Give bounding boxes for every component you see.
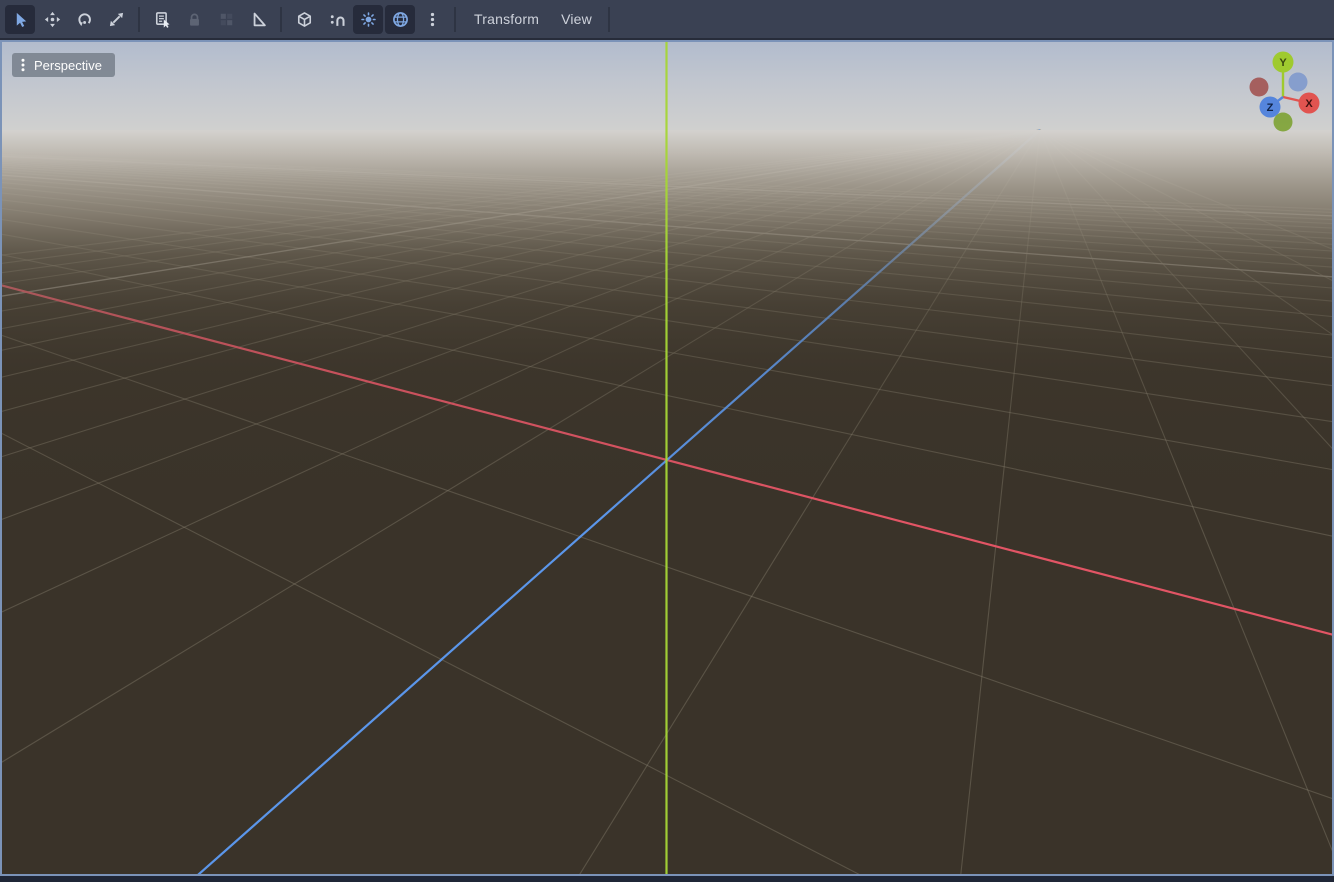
gizmo-axis--z[interactable] <box>1289 73 1308 92</box>
toolbar-button-scale[interactable] <box>101 5 131 34</box>
3d-viewport[interactable]: Perspective Y X Z <box>0 40 1334 876</box>
toolbar-button-move[interactable] <box>37 5 67 34</box>
cube-icon <box>296 11 313 28</box>
toolbar-button-list-select[interactable] <box>147 5 177 34</box>
select-icon <box>12 11 29 28</box>
toolbar-button-rotate[interactable] <box>69 5 99 34</box>
toolbar-separator <box>608 7 610 32</box>
menu-view[interactable]: View <box>550 5 603 33</box>
rotate-icon <box>76 11 93 28</box>
godot-3d-editor: TransformView Perspective Y X Z <box>0 0 1334 882</box>
lock-icon <box>186 11 203 28</box>
group-icon <box>218 11 235 28</box>
toolbar-button-use-snap[interactable] <box>321 5 351 34</box>
toolbar-button-ruler[interactable] <box>243 5 273 34</box>
kebab-menu-icon <box>20 58 26 72</box>
toolbar-button-preview-sunlight[interactable] <box>353 5 383 34</box>
magnet-icon <box>328 11 345 28</box>
3d-scene <box>2 42 1332 874</box>
svg-text:Z: Z <box>1267 102 1274 114</box>
list-select-icon <box>154 11 171 28</box>
projection-label: Perspective <box>34 58 102 73</box>
toolbar-button-lock-selected <box>179 5 209 34</box>
toolbar-separator <box>454 7 456 32</box>
svg-text:Y: Y <box>1279 57 1287 69</box>
sun-icon <box>360 11 377 28</box>
orientation-gizmo[interactable]: Y X Z <box>1238 47 1328 137</box>
toolbar-button-preview-environment[interactable] <box>385 5 415 34</box>
toolbar-separator <box>280 7 282 32</box>
view-perspective-button[interactable]: Perspective <box>12 53 115 77</box>
ruler-icon <box>250 11 267 28</box>
toolbar-button-group-selected <box>211 5 241 34</box>
toolbar-button-select[interactable] <box>5 5 35 34</box>
spatial-editor-toolbar: TransformView <box>0 0 1334 40</box>
menu-transform[interactable]: Transform <box>463 5 550 33</box>
gizmo-axis--x[interactable] <box>1250 78 1269 97</box>
toolbar-button-use-local-space[interactable] <box>289 5 319 34</box>
scale-icon <box>108 11 125 28</box>
toolbar-separator <box>138 7 140 32</box>
globe-icon <box>392 11 409 28</box>
dots-icon <box>424 11 441 28</box>
move-icon <box>44 11 61 28</box>
svg-text:X: X <box>1305 98 1313 110</box>
toolbar-button-extra-options[interactable] <box>417 5 447 34</box>
